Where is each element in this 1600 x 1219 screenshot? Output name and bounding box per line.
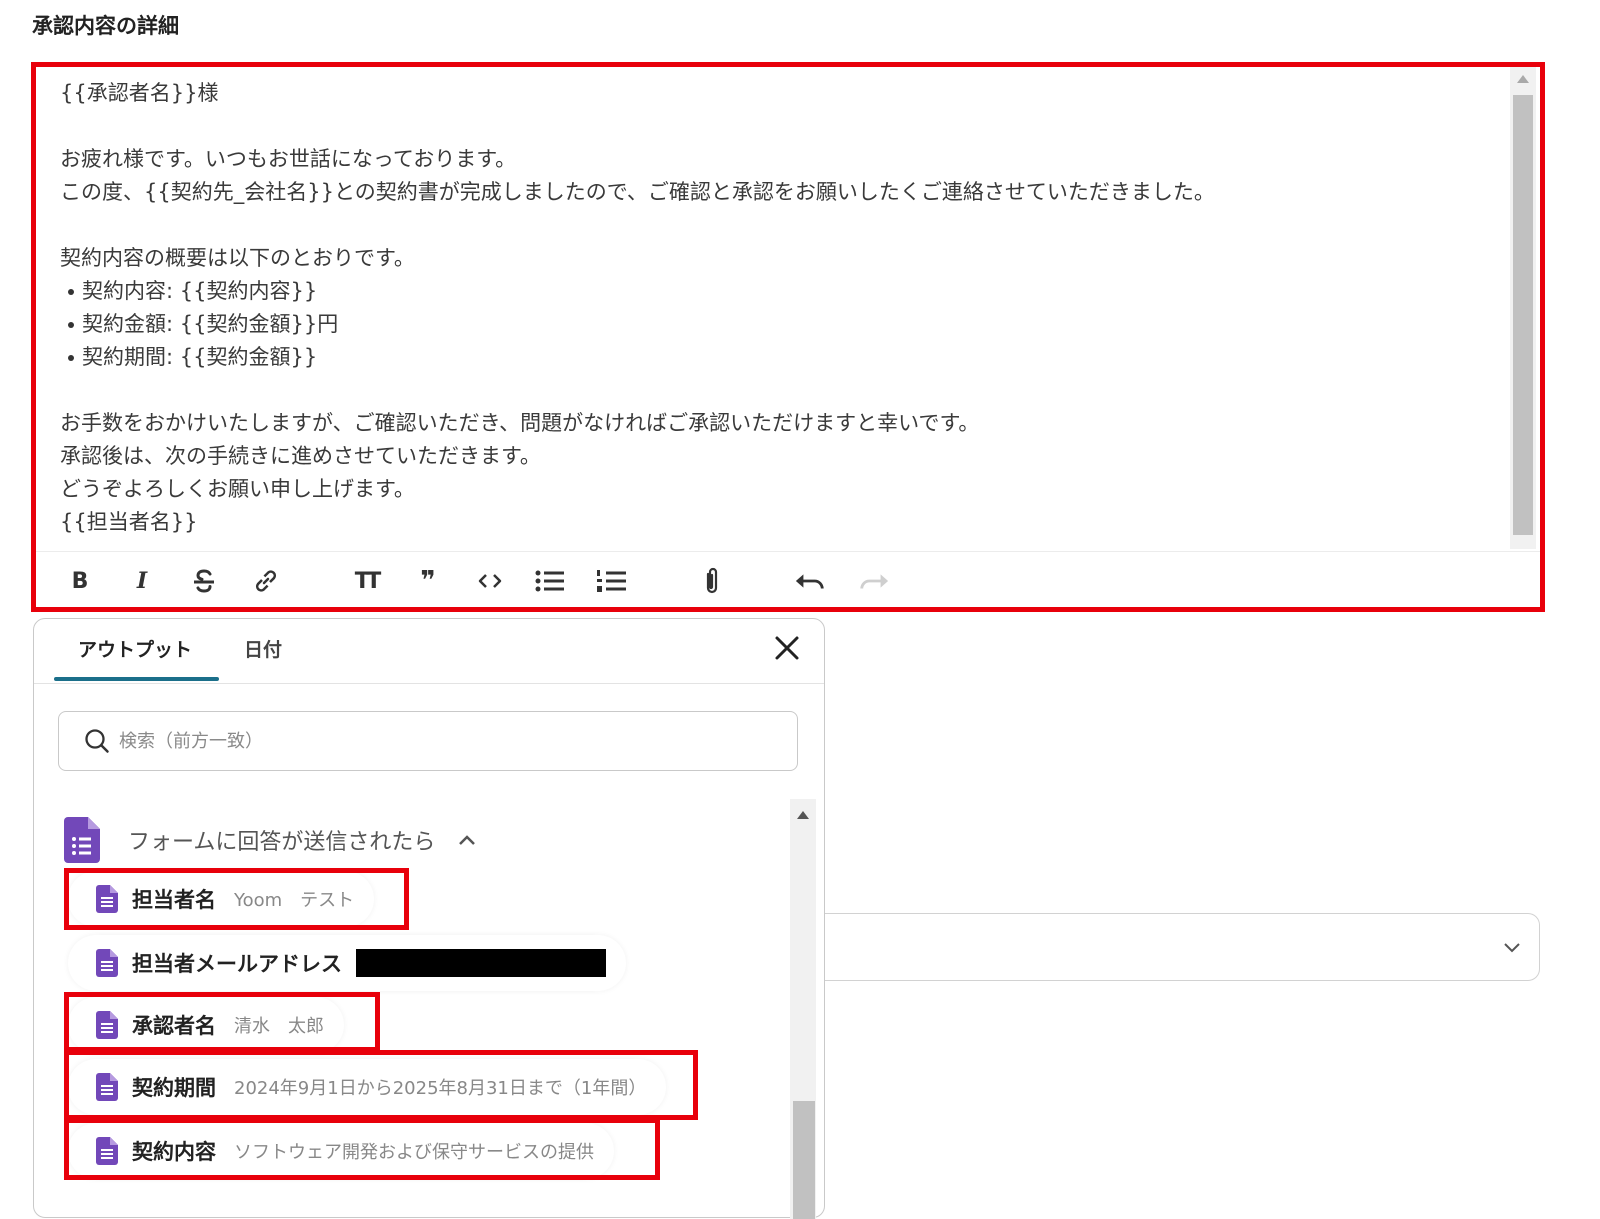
bold-button[interactable]: B [64, 566, 96, 596]
editor-line: {{担当者名}} [60, 510, 198, 534]
document-icon [96, 1011, 118, 1039]
section-title: 承認内容の詳細 [32, 14, 179, 38]
heading-button[interactable]: TT [350, 566, 382, 596]
tab-output[interactable]: アウトプット [78, 635, 192, 662]
bold-icon: B [71, 568, 89, 594]
list-scrollbar[interactable] [790, 799, 816, 1219]
google-forms-icon [64, 817, 100, 863]
scrollbar-thumb[interactable] [793, 1101, 815, 1219]
numbered-list-button[interactable] [596, 566, 628, 596]
code-icon [478, 574, 502, 588]
quote-button[interactable]: ❞ [412, 566, 444, 596]
paperclip-icon [706, 567, 718, 594]
search-icon [85, 729, 109, 753]
editor-content[interactable]: {{承認者名}}様 お疲れ様です。いつもお世話になっております。 この度、{{契… [36, 67, 1502, 549]
item-name: 担当者メールアドレス [132, 952, 342, 976]
document-icon [96, 949, 118, 977]
editor-line: 承認後は、次の手続きに進めさせていただきます。 [60, 444, 541, 468]
italic-icon: I [136, 568, 148, 594]
bullet-list-icon [535, 570, 564, 592]
quote-icon: ❞ [420, 566, 436, 596]
form-trigger-group[interactable]: フォームに回答が送信されたら [64, 815, 477, 865]
editor-bullet-list: 契約内容: {{契約内容}} 契約金額: {{契約金額}}円 契約期間: {{契… [60, 275, 1502, 374]
redacted-value [356, 949, 606, 977]
output-item-contract-period[interactable]: 契約期間 2024年9月1日から2025年8月31日まで（1年間） [68, 1059, 667, 1115]
approval-detail-editor[interactable]: {{承認者名}}様 お疲れ様です。いつもお世話になっております。 この度、{{契… [31, 62, 1545, 612]
editor-toolbar: B I TT ❞ [36, 551, 1540, 608]
link-icon [256, 570, 276, 592]
code-button[interactable] [474, 566, 506, 596]
select-field[interactable] [800, 913, 1540, 981]
redo-button[interactable] [858, 566, 890, 596]
scroll-up-arrow-icon[interactable] [1517, 75, 1529, 83]
link-button[interactable] [250, 566, 282, 596]
item-name: 契約期間 [132, 1076, 216, 1100]
editor-line: お手数をおかけいたしますが、ご確認いただき、問題がなければご承認いただけますと幸… [60, 411, 980, 435]
scroll-up-arrow-icon[interactable] [797, 811, 809, 819]
item-value: 2024年9月1日から2025年8月31日まで（1年間） [234, 1078, 647, 1099]
chevron-up-icon[interactable] [457, 833, 477, 847]
item-name: 承認者名 [132, 1014, 216, 1038]
item-name: 契約内容 [132, 1140, 216, 1164]
strikethrough-icon [194, 569, 214, 593]
group-label: フォームに回答が送信されたら [128, 830, 436, 855]
numbered-list-icon [597, 570, 626, 592]
scrollbar-thumb[interactable] [1513, 95, 1533, 535]
bullet-list-button[interactable] [534, 566, 566, 596]
active-tab-indicator [54, 677, 219, 681]
panel-tabs: アウトプット 日付 [34, 619, 824, 684]
redo-icon [860, 574, 889, 589]
chevron-down-icon [1504, 943, 1520, 953]
item-value: 清水 太郎 [234, 1016, 324, 1037]
editor-line: どうぞよろしくお願い申し上げます。 [60, 477, 415, 501]
italic-button[interactable]: I [126, 566, 158, 596]
close-icon[interactable] [772, 633, 802, 663]
output-item-approver-name[interactable]: 承認者名 清水 太郎 [68, 997, 344, 1053]
item-value: ソフトウェア開発および保守サービスの提供 [234, 1142, 594, 1163]
editor-line: この度、{{契約先_会社名}}との契約書が完成しましたので、ご確認と承認をお願い… [60, 180, 1215, 204]
undo-icon [795, 574, 824, 589]
attach-button[interactable] [696, 566, 728, 596]
document-icon [96, 1137, 118, 1165]
search-box[interactable] [58, 711, 798, 771]
bullet-item: 契約期間: {{契約金額}} [68, 341, 1502, 374]
output-item-assignee-email[interactable]: 担当者メールアドレス [68, 935, 626, 991]
search-input[interactable] [117, 729, 721, 753]
item-value: Yoom テスト [234, 890, 355, 911]
editor-line: {{承認者名}}様 [60, 81, 219, 105]
heading-icon: TT [354, 568, 381, 594]
document-icon [96, 1073, 118, 1101]
editor-line: お疲れ様です。いつもお世話になっております。 [60, 147, 517, 171]
output-panel: アウトプット 日付 フォームに回答が送信されたら 担当者名 Yoom テスト 担… [33, 618, 825, 1219]
bullet-item: 契約金額: {{契約金額}}円 [68, 308, 1502, 341]
strikethrough-button[interactable] [188, 566, 220, 596]
output-item-contract-content[interactable]: 契約内容 ソフトウェア開発および保守サービスの提供 [68, 1123, 614, 1179]
editor-line: 契約内容の概要は以下のとおりです。 [60, 246, 415, 270]
bullet-item: 契約内容: {{契約内容}} [68, 275, 1502, 308]
undo-button[interactable] [794, 566, 826, 596]
item-name: 担当者名 [132, 888, 216, 912]
document-icon [96, 885, 118, 913]
output-item-assignee-name[interactable]: 担当者名 Yoom テスト [68, 871, 375, 927]
tab-date[interactable]: 日付 [244, 635, 282, 662]
editor-scrollbar[interactable] [1510, 67, 1536, 549]
